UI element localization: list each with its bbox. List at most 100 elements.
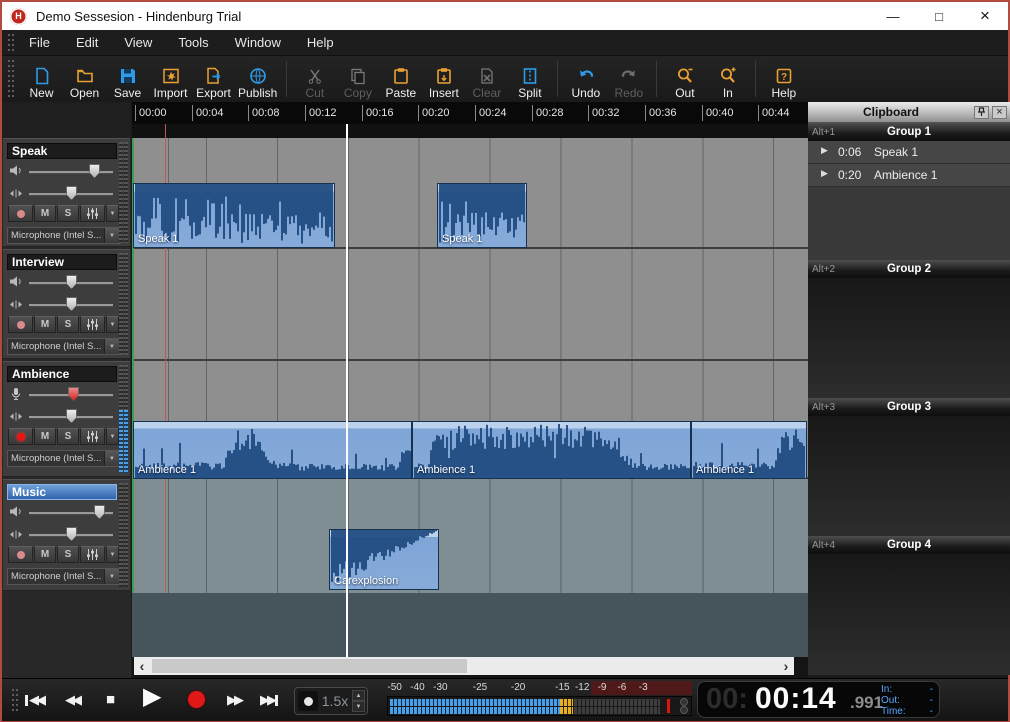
- pan-slider[interactable]: [9, 527, 117, 542]
- solo-button[interactable]: S: [57, 316, 79, 333]
- clipboard-item[interactable]: ▶ 0:20 Ambience 1: [808, 164, 1010, 187]
- minimize-button[interactable]: —: [870, 2, 916, 30]
- undo-button[interactable]: Undo: [564, 56, 607, 102]
- copy-button[interactable]: Copy: [336, 56, 379, 102]
- group-header[interactable]: Alt+4 Group 4: [808, 536, 1010, 555]
- clear-button[interactable]: Clear: [465, 56, 508, 102]
- menu-window[interactable]: Window: [222, 31, 294, 54]
- transport-grip-handle[interactable]: [10, 689, 20, 711]
- help-button[interactable]: ? Help: [762, 56, 805, 102]
- track-row-interview[interactable]: [132, 249, 808, 361]
- open-button[interactable]: Open: [63, 56, 106, 102]
- volume-slider[interactable]: [9, 275, 117, 290]
- record-arm-button[interactable]: [8, 316, 33, 333]
- menubar-grip-handle[interactable]: [6, 34, 16, 51]
- chevron-down-icon[interactable]: ▼: [104, 451, 119, 466]
- audio-clip-ambience-2[interactable]: Ambience 1: [412, 421, 691, 479]
- redo-button[interactable]: Redo: [607, 56, 650, 102]
- group-header[interactable]: Alt+2 Group 2: [808, 260, 1010, 279]
- speed-down-button[interactable]: ▼: [352, 701, 365, 712]
- track-options-dropdown[interactable]: ▼: [106, 546, 119, 563]
- horizontal-scrollbar[interactable]: ‹ ›: [134, 657, 794, 675]
- solo-button[interactable]: S: [57, 428, 79, 445]
- toolbar-grip-handle[interactable]: [6, 60, 16, 98]
- track-options-dropdown[interactable]: ▼: [106, 428, 119, 445]
- volume-slider-thumb[interactable]: [94, 505, 105, 519]
- clipboard-header[interactable]: Clipboard ×: [808, 102, 1010, 123]
- paste-button[interactable]: Paste: [379, 56, 422, 102]
- input-device-select[interactable]: Microphone (Intel S... ▼: [7, 450, 120, 467]
- skip-to-start-button[interactable]: ◀◀: [24, 692, 43, 708]
- audio-clip-speak-2[interactable]: Speak 1: [437, 183, 527, 248]
- mute-button[interactable]: M: [34, 316, 56, 333]
- record-arm-button[interactable]: [8, 205, 33, 222]
- clip-play-icon[interactable]: ▶: [821, 168, 828, 179]
- chevron-down-icon[interactable]: ▼: [104, 228, 119, 243]
- volume-slider-thumb[interactable]: [89, 164, 100, 178]
- fast-forward-button[interactable]: ▶▶: [227, 692, 241, 708]
- audio-clip-ambience-3[interactable]: Ambience 1: [691, 421, 807, 479]
- input-device-select[interactable]: Microphone (Intel S... ▼: [7, 227, 120, 244]
- zoom-in-button[interactable]: In: [706, 56, 749, 102]
- clip-play-icon[interactable]: ▶: [821, 145, 828, 156]
- pin-icon[interactable]: [974, 106, 989, 119]
- panel-close-icon[interactable]: ×: [992, 106, 1007, 119]
- track-options-dropdown[interactable]: ▼: [106, 316, 119, 333]
- scroll-right-arrow-icon[interactable]: ›: [778, 657, 794, 675]
- pan-slider[interactable]: [9, 409, 117, 424]
- chevron-down-icon[interactable]: ▼: [104, 339, 119, 354]
- skip-to-end-button[interactable]: ▶▶: [260, 692, 279, 708]
- track-name-ambience[interactable]: Ambience: [7, 366, 117, 382]
- pan-slider-thumb[interactable]: [66, 409, 77, 423]
- new-button[interactable]: New: [20, 56, 63, 102]
- mute-button[interactable]: M: [34, 428, 56, 445]
- import-button[interactable]: Import: [149, 56, 192, 102]
- maximize-button[interactable]: □: [916, 2, 962, 30]
- solo-button[interactable]: S: [57, 205, 79, 222]
- save-button[interactable]: Save: [106, 56, 149, 102]
- clipboard-item[interactable]: ▶ 0:06 Speak 1: [808, 141, 1010, 164]
- pan-slider-thumb[interactable]: [66, 297, 77, 311]
- audio-clip-speak-1[interactable]: Speak 1: [133, 183, 335, 248]
- speed-up-button[interactable]: ▲: [352, 690, 365, 701]
- input-device-select[interactable]: Microphone (Intel S... ▼: [7, 568, 120, 585]
- audio-clip-ambience-1[interactable]: Ambience 1: [133, 421, 412, 479]
- mute-button[interactable]: M: [34, 546, 56, 563]
- track-name-speak[interactable]: Speak: [7, 143, 117, 159]
- rewind-button[interactable]: ◀◀: [65, 692, 79, 708]
- volume-slider-track[interactable]: [29, 171, 113, 173]
- split-button[interactable]: Split: [508, 56, 551, 102]
- volume-slider-thumb[interactable]: [68, 387, 79, 401]
- solo-button[interactable]: S: [57, 546, 79, 563]
- volume-slider[interactable]: [9, 164, 117, 179]
- export-button[interactable]: Export: [192, 56, 235, 102]
- eq-button[interactable]: [80, 205, 105, 222]
- menu-edit[interactable]: Edit: [63, 31, 111, 54]
- insert-button[interactable]: Insert: [422, 56, 465, 102]
- record-arm-button[interactable]: [8, 546, 33, 563]
- speed-toggle-button[interactable]: [298, 691, 318, 711]
- track-options-dropdown[interactable]: ▼: [106, 205, 119, 222]
- volume-slider[interactable]: [9, 387, 117, 402]
- pan-slider-thumb[interactable]: [66, 186, 77, 200]
- input-device-select[interactable]: Microphone (Intel S... ▼: [7, 338, 120, 355]
- scrollbar-thumb[interactable]: [152, 659, 467, 673]
- title-bar[interactable]: H Demo Sessesion - Hindenburg Trial — □ …: [2, 2, 1008, 30]
- play-button[interactable]: ▶: [143, 682, 161, 711]
- zoom-out-button[interactable]: Out: [663, 56, 706, 102]
- group-header[interactable]: Alt+1 Group 1: [808, 123, 1010, 142]
- menu-tools[interactable]: Tools: [165, 31, 221, 54]
- menu-file[interactable]: File: [16, 31, 63, 54]
- pan-slider[interactable]: [9, 186, 117, 201]
- playhead[interactable]: [346, 124, 348, 657]
- scrollbar-track[interactable]: [150, 657, 778, 675]
- group-header[interactable]: Alt+3 Group 3: [808, 398, 1010, 417]
- menu-view[interactable]: View: [111, 31, 165, 54]
- volume-slider-thumb[interactable]: [66, 275, 77, 289]
- stop-button[interactable]: ■: [106, 691, 115, 708]
- menu-help[interactable]: Help: [294, 31, 347, 54]
- record-button[interactable]: [188, 691, 205, 708]
- mute-button[interactable]: M: [34, 205, 56, 222]
- record-arm-button[interactable]: [8, 428, 33, 445]
- volume-slider[interactable]: [9, 505, 117, 520]
